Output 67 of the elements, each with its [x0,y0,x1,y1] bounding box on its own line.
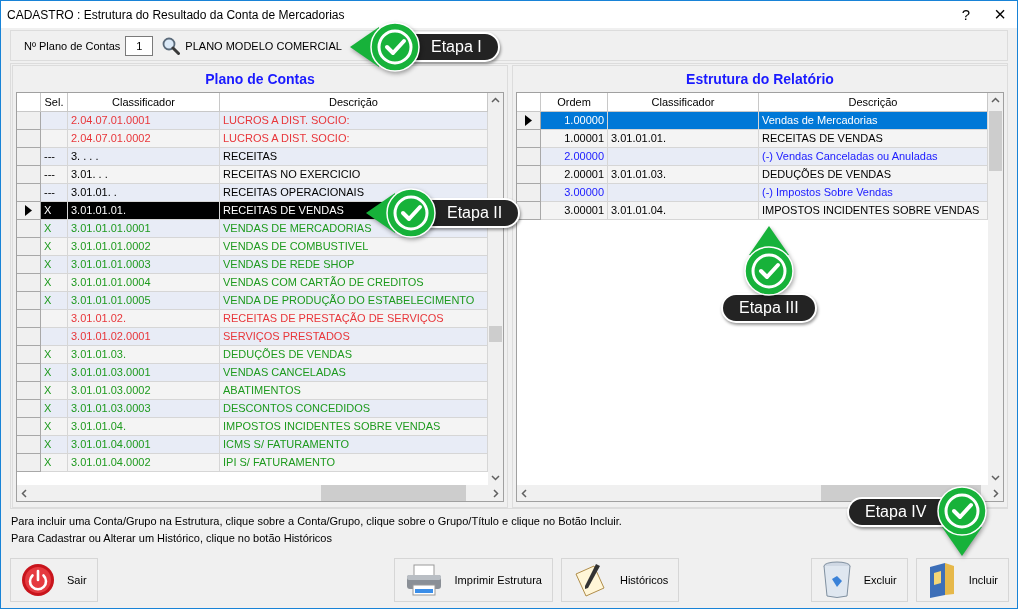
footer-button[interactable]: Históricos [560,558,680,602]
footer-button[interactable]: Sair [10,558,98,602]
footer-button[interactable]: Excluir [810,558,908,602]
table-row[interactable]: 3.01.01.02. RECEITAS DE PRESTAÇÃO DE SERVIÇOS [17,310,488,328]
table-row[interactable]: 1.00000 Vendas de Mercadorias [517,112,988,130]
table-row[interactable]: 2.00000 (-) Vendas Canceladas ou Anuladas [517,148,988,166]
vertical-scrollbar[interactable] [988,93,1003,485]
trash-bin-icon [821,561,852,599]
table-row[interactable]: X 3.01.01.01.0002 VENDAS DE COMBUSTIVEL [17,238,488,256]
table-cell: 3.01.01.04. [608,202,759,220]
scroll-left-icon[interactable] [521,488,527,498]
help-button[interactable]: ? [949,6,983,23]
table-row[interactable]: X 3.01.01.03. DEDUÇÕES DE VENDAS [17,346,488,364]
table-row[interactable]: --- 3.01. . . RECEITAS NO EXERCICIO [17,166,488,184]
vertical-scrollbar[interactable] [488,93,503,485]
table-row[interactable]: 2.04.07.01.0002 LUCROS A DIST. SOCIO: [17,130,488,148]
table-cell: X [41,454,68,472]
table-cell: 3.00001 [541,202,608,220]
table-cell: X [41,202,68,220]
scroll-up-icon[interactable] [491,97,500,103]
horizontal-scrollbar[interactable] [17,485,503,501]
check-pin-tooltip [742,225,795,297]
hint-text: Para Cadastrar ou Alterar um Histórico, clique no botão Históricos [11,531,332,546]
table-cell: 3.01.01.01. [68,202,220,220]
table-row[interactable]: --- 3. . . . RECEITAS [17,148,488,166]
row-pointer-icon [525,115,532,126]
table-row[interactable]: --- 3.01.01. . RECEITAS OPERACIONAIS [17,184,488,202]
table-cell: IMPOSTOS INCIDENTES SOBRE VENDAS [759,202,988,220]
plan-name: PLANO MODELO COMERCIAL [185,39,342,52]
row-pointer-icon [25,205,32,216]
hint-text: Para incluir uma Conta/Grupo na Estrutura, clique sobre a Conta/Grupo, clique sobre o Grupo/Título e clique no Botão Incluir. [11,514,622,529]
window-title: CADASTRO : Estrutura do Resultado da Conta de Mercadorias [7,7,346,22]
horizontal-scrollbar[interactable] [517,485,1003,501]
scrollbar-thumb[interactable] [989,111,1002,171]
table-row[interactable]: X 3.01.01.04. IMPOSTOS INCIDENTES SOBRE VENDAS [17,418,488,436]
search-icon[interactable] [162,36,181,55]
step-label-tooltip: Etapa III [721,293,817,323]
table-row[interactable]: X 3.01.01.03.0002 ABATIMENTOS [17,382,488,400]
scroll-down-icon[interactable] [991,475,1000,481]
footer-button[interactable]: Imprimir Estrutura [393,558,553,602]
power-icon [21,563,55,597]
scrollbar-thumb[interactable] [489,326,502,342]
panel-title: Estrutura do Relatório [685,70,835,89]
scrollbar-thumb[interactable] [321,485,466,501]
table-row[interactable]: X 3.01.01.04.0002 IPI S/ FATURAMENTO [17,454,488,472]
panel-title: Plano de Contas [204,70,316,89]
table-cell: 1.00000 [541,112,608,130]
table-cell: IPI S/ FATURAMENTO [220,454,488,472]
scroll-up-icon[interactable] [991,97,1000,103]
scroll-down-icon[interactable] [491,475,500,481]
table-cell: Vendas de Mercadorias [759,112,988,130]
field-label: Nº Plano de Contas [24,39,121,52]
scroll-right-icon[interactable] [993,488,999,498]
scroll-left-icon[interactable] [21,488,27,498]
table-row[interactable]: 2.00001 3.01.01.03. DEDUÇÕES DE VENDAS [517,166,988,184]
table-row[interactable]: 1.00001 3.01.01.01. RECEITAS DE VENDAS [517,130,988,148]
table-row[interactable]: 3.01.01.02.0001 SERVIÇOS PRESTADOS [17,328,488,346]
plan-number-field[interactable]: 1 [125,35,154,56]
table-row[interactable]: 3.00000 (-) Impostos Sobre Vendas [517,184,988,202]
printer-icon [404,563,443,597]
table-row[interactable]: 2.04.07.01.0001 LUCROS A DIST. SOCIO: [17,112,488,130]
scroll-right-icon[interactable] [493,488,499,498]
table-row[interactable]: 3.00001 3.01.01.04. IMPOSTOS INCIDENTES SOBRE VENDAS [517,202,988,220]
table-row[interactable]: X 3.01.01.01.0004 VENDAS COM CARTÃO DE CREDITOS [17,274,488,292]
close-button[interactable]: × [983,3,1017,26]
footer-button[interactable]: Incluir [915,558,1009,602]
table-cell: 3.01.01.04.0002 [68,454,220,472]
